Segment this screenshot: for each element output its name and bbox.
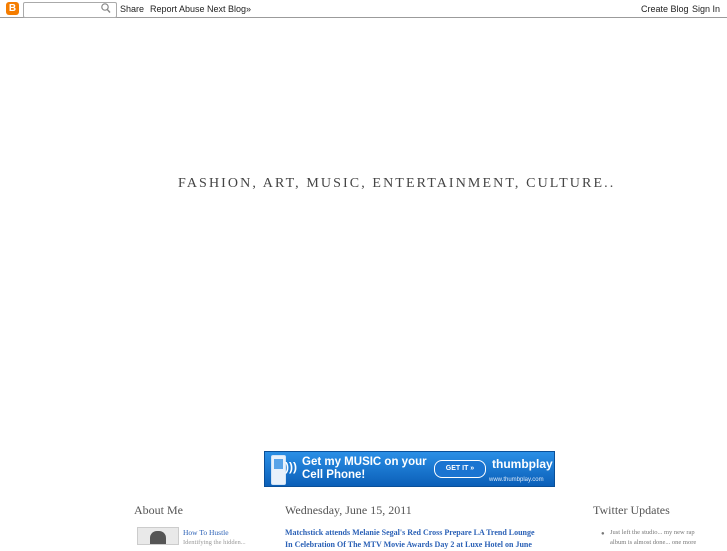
twitter-updates-heading: Twitter Updates bbox=[593, 503, 670, 517]
sign-in-link[interactable]: Sign In bbox=[692, 4, 720, 14]
signal-waves-icon: ))) bbox=[285, 460, 297, 474]
blogger-logo-icon[interactable]: B bbox=[6, 2, 19, 15]
tweet-line1: Just left the studio... my new rap bbox=[610, 529, 695, 536]
create-blog-link[interactable]: Create Blog bbox=[641, 4, 689, 14]
tweet-line2: album is almost done... one more bbox=[610, 539, 697, 546]
blogger-navbar: B Share Report Abuse Next Blog» Create B… bbox=[0, 0, 727, 18]
tweet-item: ● Just left the studio... my new rap alb… bbox=[601, 528, 722, 548]
thumbplay-ad-banner[interactable]: ))) Get my MUSIC on your Cell Phone! GET… bbox=[264, 451, 555, 487]
post-title-line2[interactable]: In Celebration Of The MTV Movie Awards D… bbox=[285, 539, 565, 551]
ad-headline: Get my MUSIC on your Cell Phone! bbox=[302, 456, 427, 482]
profile-face-icon bbox=[150, 531, 166, 544]
ad-brand: thumbplay bbox=[492, 457, 553, 471]
about-me-heading: About Me bbox=[134, 503, 183, 517]
ad-url: www.thumbplay.com bbox=[489, 477, 544, 483]
search-icon[interactable] bbox=[100, 2, 112, 15]
ad-headline-line1: Get my MUSIC on your bbox=[302, 456, 427, 468]
share-link[interactable]: Share bbox=[120, 4, 144, 14]
bullet-icon: ● bbox=[601, 531, 605, 537]
post-date-header: Wednesday, June 15, 2011 bbox=[285, 503, 412, 517]
ad-headline-line2: Cell Phone! bbox=[302, 469, 366, 481]
post-title-line1[interactable]: Matchstick attends Melanie Segal's Red C… bbox=[285, 527, 565, 539]
blog-tagline: FASHION, ART, MUSIC, ENTERTAINMENT, CULT… bbox=[178, 176, 616, 191]
profile-photo[interactable] bbox=[137, 527, 179, 545]
report-abuse-link[interactable]: Report Abuse bbox=[150, 4, 205, 14]
next-blog-link[interactable]: Next Blog» bbox=[207, 4, 251, 14]
cell-phone-icon bbox=[271, 455, 286, 485]
profile-link[interactable]: How To Hustle bbox=[183, 528, 229, 537]
post-title-link[interactable]: Matchstick attends Melanie Segal's Red C… bbox=[285, 527, 565, 551]
get-it-button[interactable]: GET IT » bbox=[434, 460, 486, 478]
